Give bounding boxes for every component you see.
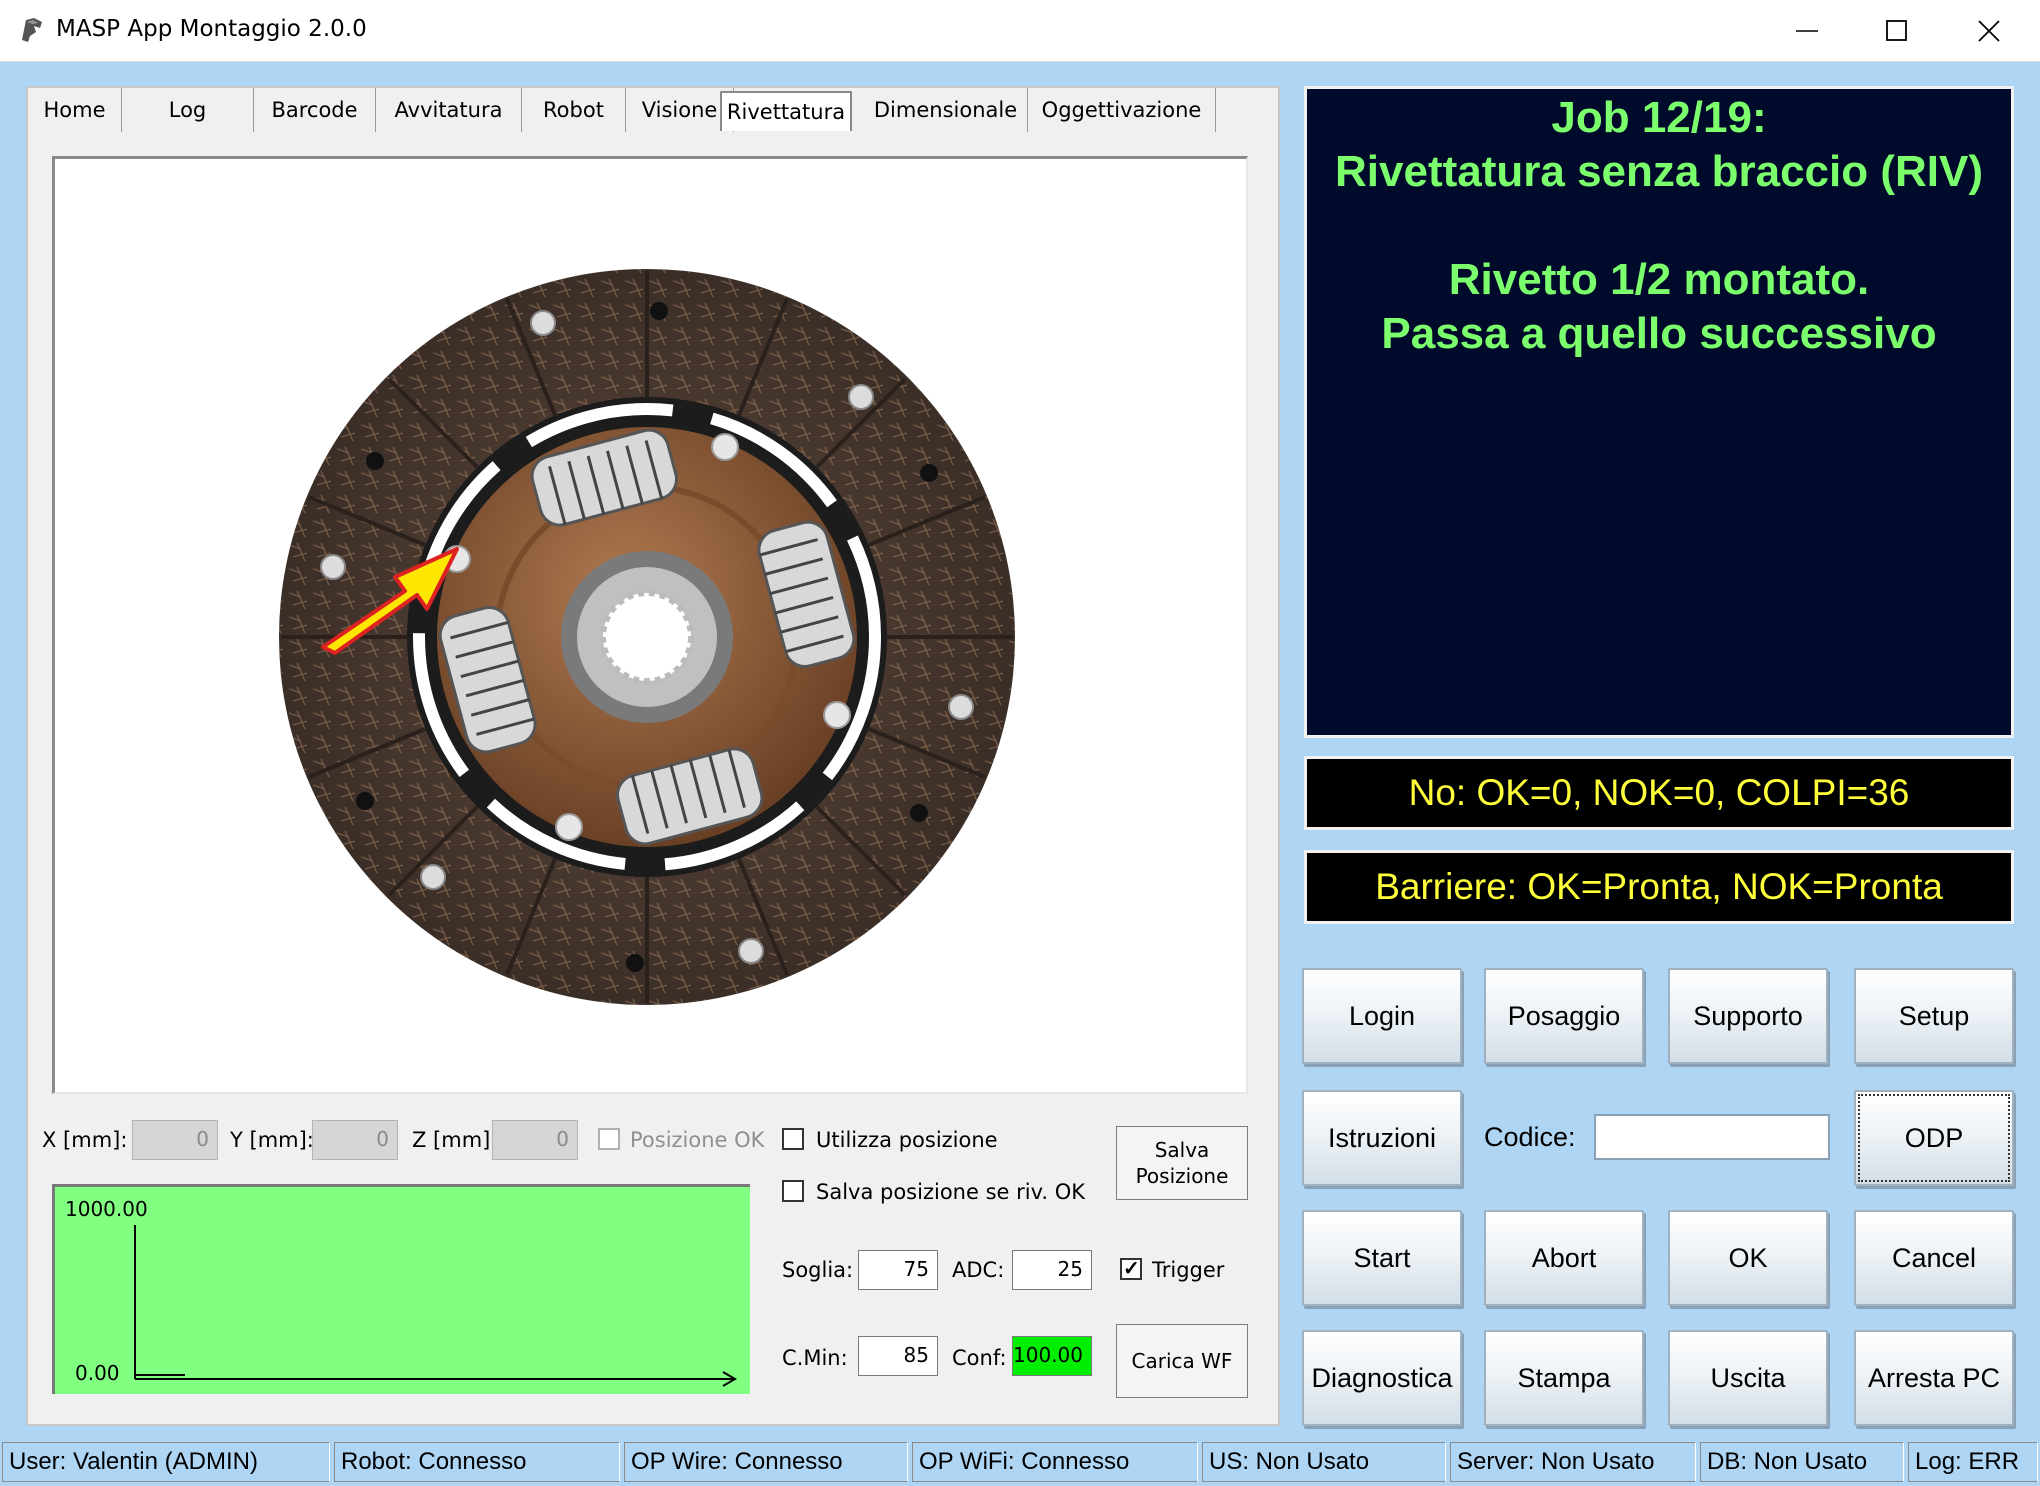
status-log: Log: ERR <box>1908 1442 2038 1482</box>
salva-posizione-button[interactable]: Salva Posizione <box>1116 1126 1248 1200</box>
cmin-label: C.Min: <box>782 1346 848 1370</box>
status-user: User: Valentin (ADMIN) <box>2 1442 330 1482</box>
start-button[interactable]: Start <box>1302 1210 1462 1306</box>
z-label: Z [mm]: <box>412 1128 498 1152</box>
window-title: MASP App Montaggio 2.0.0 <box>56 16 367 42</box>
stampa-button[interactable]: Stampa <box>1484 1330 1644 1426</box>
login-button[interactable]: Login <box>1302 968 1462 1064</box>
status-db: DB: Non Usato <box>1700 1442 1904 1482</box>
posizione-ok-label: Posizione OK <box>630 1128 765 1152</box>
z-field: 0 <box>492 1120 578 1160</box>
soglia-input[interactable]: 75 <box>858 1250 938 1290</box>
soglia-label: Soglia: <box>782 1258 854 1282</box>
x-label: X [mm]: <box>42 1128 128 1152</box>
trigger-checkbox[interactable]: ✓ <box>1120 1258 1142 1280</box>
salva-posizione-button-line1: Salva <box>1154 1138 1210 1162</box>
waveform-graph: 1000.00 0.00 <box>52 1184 750 1394</box>
codice-input[interactable] <box>1594 1114 1830 1160</box>
app-icon <box>22 18 42 42</box>
graph-axes <box>134 1225 737 1387</box>
trigger-label: Trigger <box>1152 1258 1225 1282</box>
tab-home[interactable]: Home <box>28 88 122 132</box>
conf-value: 100.00 <box>1012 1336 1092 1376</box>
close-icon <box>1978 20 2000 42</box>
job-message-line2: Passa a quello successivo <box>1381 309 1937 358</box>
status-bar: User: Valentin (ADMIN) Robot: Connesso O… <box>0 1440 2040 1486</box>
salva-posizione-button-line2: Posizione <box>1135 1164 1229 1188</box>
status-server: Server: Non Usato <box>1450 1442 1696 1482</box>
minimize-button[interactable] <box>1772 8 1842 54</box>
conf-label: Conf: <box>952 1346 1007 1370</box>
title-bar: MASP App Montaggio 2.0.0 <box>0 0 2040 62</box>
odp-button[interactable]: ODP <box>1854 1090 2014 1186</box>
status-robot: Robot: Connesso <box>334 1442 620 1482</box>
salva-posizione-riv-checkbox[interactable] <box>782 1180 804 1202</box>
job-description: Rivettatura senza braccio (RIV) <box>1335 147 1983 196</box>
status-op-wifi: OP WiFi: Connesso <box>912 1442 1198 1482</box>
x-field: 0 <box>132 1120 218 1160</box>
adc-label: ADC: <box>952 1258 1005 1282</box>
carica-wf-button[interactable]: Carica WF <box>1116 1324 1248 1398</box>
barriers-display: Barriere: OK=Pronta, NOK=Pronta <box>1304 850 2014 924</box>
checkmark-icon: ✓ <box>1123 1258 1140 1280</box>
tab-strip: Home Log Barcode Avvitatura Robot Vision… <box>28 88 1278 134</box>
clutch-disc-image <box>279 269 1015 1005</box>
tab-log[interactable]: Log <box>122 88 254 132</box>
part-image-frame <box>52 156 1248 1094</box>
utilizza-posizione-label: Utilizza posizione <box>816 1128 998 1152</box>
rivettatura-panel: Home Log Barcode Avvitatura Robot Vision… <box>26 86 1280 1426</box>
salva-posizione-riv-label: Salva posizione se riv. OK <box>816 1180 1086 1204</box>
close-button[interactable] <box>1954 8 2024 54</box>
adc-input[interactable]: 25 <box>1012 1250 1092 1290</box>
arresta-pc-button[interactable]: Arresta PC <box>1854 1330 2014 1426</box>
cancel-button[interactable]: Cancel <box>1854 1210 2014 1306</box>
cmin-input[interactable]: 85 <box>858 1336 938 1376</box>
tab-rivettatura[interactable]: Rivettatura <box>720 91 852 131</box>
maximize-icon <box>1886 20 1907 41</box>
status-op-wire: OP Wire: Connesso <box>624 1442 908 1482</box>
job-display: Job 12/19: Rivettatura senza braccio (RI… <box>1304 86 2014 738</box>
ok-button[interactable]: OK <box>1668 1210 1828 1306</box>
tab-barcode[interactable]: Barcode <box>254 88 376 132</box>
tab-robot[interactable]: Robot <box>522 88 626 132</box>
minimize-icon <box>1796 30 1818 32</box>
posizione-ok-checkbox <box>598 1128 620 1150</box>
abort-button[interactable]: Abort <box>1484 1210 1644 1306</box>
uscita-button[interactable]: Uscita <box>1668 1330 1828 1426</box>
setup-button[interactable]: Setup <box>1854 968 2014 1064</box>
job-message-line1: Rivetto 1/2 montato. <box>1448 255 1870 304</box>
codice-label: Codice: <box>1484 1122 1576 1152</box>
supporto-button[interactable]: Supporto <box>1668 968 1828 1064</box>
tab-dimensionale[interactable]: Dimensionale <box>864 88 1028 132</box>
tab-visione[interactable]: Visione <box>626 88 734 132</box>
status-us: US: Non Usato <box>1202 1442 1446 1482</box>
job-number: Job 12/19: <box>1551 93 1767 142</box>
tab-avvitatura[interactable]: Avvitatura <box>376 88 522 132</box>
counters-display: No: OK=0, NOK=0, COLPI=36 <box>1304 756 2014 830</box>
y-field: 0 <box>312 1120 398 1160</box>
diagnostica-button[interactable]: Diagnostica <box>1302 1330 1462 1426</box>
istruzioni-button[interactable]: Istruzioni <box>1302 1090 1462 1186</box>
maximize-button[interactable] <box>1862 8 1932 54</box>
utilizza-posizione-checkbox[interactable] <box>782 1128 804 1150</box>
y-label: Y [mm]: <box>230 1128 314 1152</box>
tab-oggettivazione[interactable]: Oggettivazione <box>1028 88 1216 132</box>
posaggio-button[interactable]: Posaggio <box>1484 968 1644 1064</box>
